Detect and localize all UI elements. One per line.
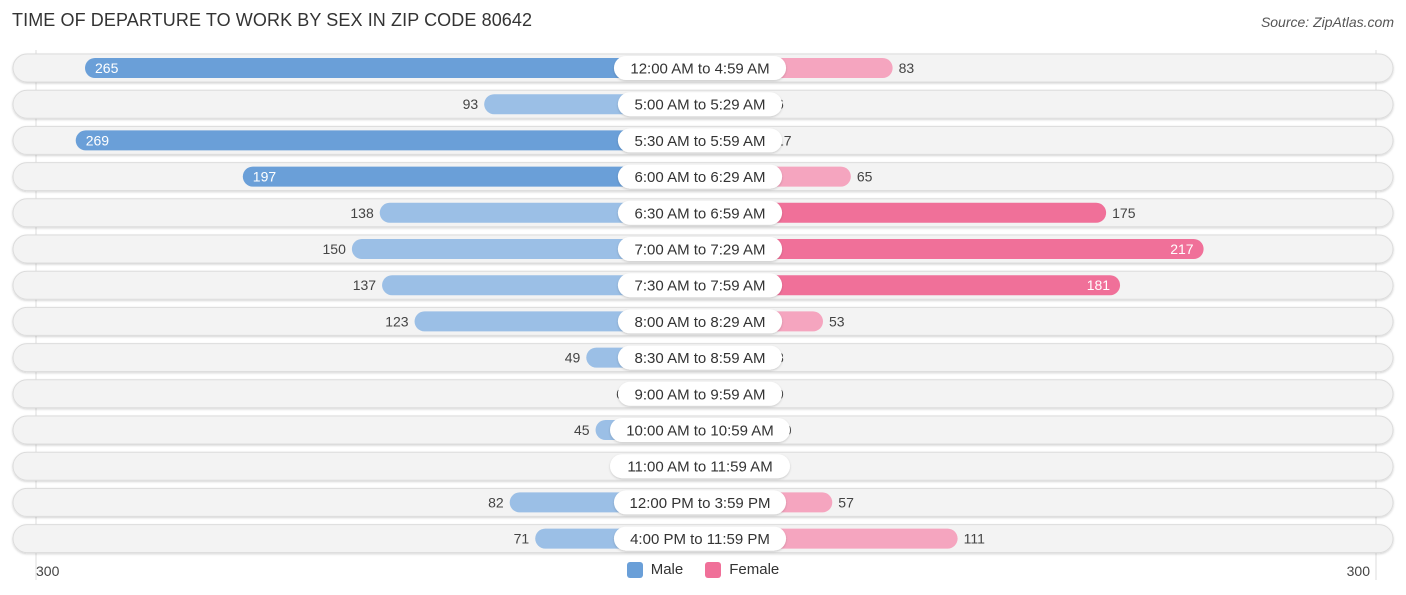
legend-swatch-female xyxy=(705,561,722,578)
category-label: 8:00 AM to 8:29 AM xyxy=(635,314,766,331)
male-value-label: 45 xyxy=(574,422,590,438)
category-label: 4:00 PM to 11:59 PM xyxy=(630,531,770,548)
category-label: 6:30 AM to 6:59 AM xyxy=(635,205,766,222)
category-label: 7:00 AM to 7:29 AM xyxy=(635,242,766,259)
female-value-label: 181 xyxy=(1087,277,1111,293)
category-label: 8:30 AM to 8:59 AM xyxy=(635,350,766,367)
category-label: 9:00 AM to 9:59 AM xyxy=(635,386,766,403)
male-value-label: 82 xyxy=(488,494,504,510)
chart-canvas: 2658312:00 AM to 4:59 AM9365:00 AM to 5:… xyxy=(12,50,1394,580)
male-value-label: 197 xyxy=(253,169,277,185)
male-value-label: 71 xyxy=(514,531,530,547)
category-label: 10:00 AM to 10:59 AM xyxy=(626,423,774,440)
male-value-label: 93 xyxy=(463,96,479,112)
male-value-label: 137 xyxy=(353,277,377,293)
legend-label-male: Male xyxy=(650,561,684,578)
female-value-label: 53 xyxy=(829,313,845,329)
male-value-label: 49 xyxy=(565,350,581,366)
female-value-label: 111 xyxy=(964,531,985,547)
category-label: 5:30 AM to 5:59 AM xyxy=(635,133,766,150)
legend-item-female[interactable]: Female xyxy=(705,561,779,578)
category-label: 12:00 PM to 3:59 PM xyxy=(630,495,771,512)
female-value-label: 175 xyxy=(1112,205,1136,221)
male-value-label: 123 xyxy=(385,313,409,329)
legend-label-female: Female xyxy=(729,561,780,578)
male-value-label: 265 xyxy=(95,60,119,76)
category-label: 5:00 AM to 5:29 AM xyxy=(635,97,766,114)
legend-swatch-male xyxy=(626,561,643,578)
category-label: 6:00 AM to 6:29 AM xyxy=(635,169,766,186)
legend-item-male[interactable]: Male xyxy=(626,561,684,578)
category-label: 12:00 AM to 4:59 AM xyxy=(630,61,769,78)
male-value-label: 138 xyxy=(350,205,374,221)
female-value-label: 217 xyxy=(1170,241,1194,257)
male-bar xyxy=(75,130,710,151)
male-value-label: 150 xyxy=(323,241,347,257)
legend: Male Female xyxy=(0,561,1406,578)
category-label: 11:00 AM to 11:59 AM xyxy=(627,459,772,476)
female-value-label: 83 xyxy=(899,60,915,76)
category-label: 7:30 AM to 7:59 AM xyxy=(635,278,766,295)
male-value-label: 269 xyxy=(86,132,110,148)
female-value-label: 57 xyxy=(838,494,854,510)
female-value-label: 65 xyxy=(857,169,873,185)
